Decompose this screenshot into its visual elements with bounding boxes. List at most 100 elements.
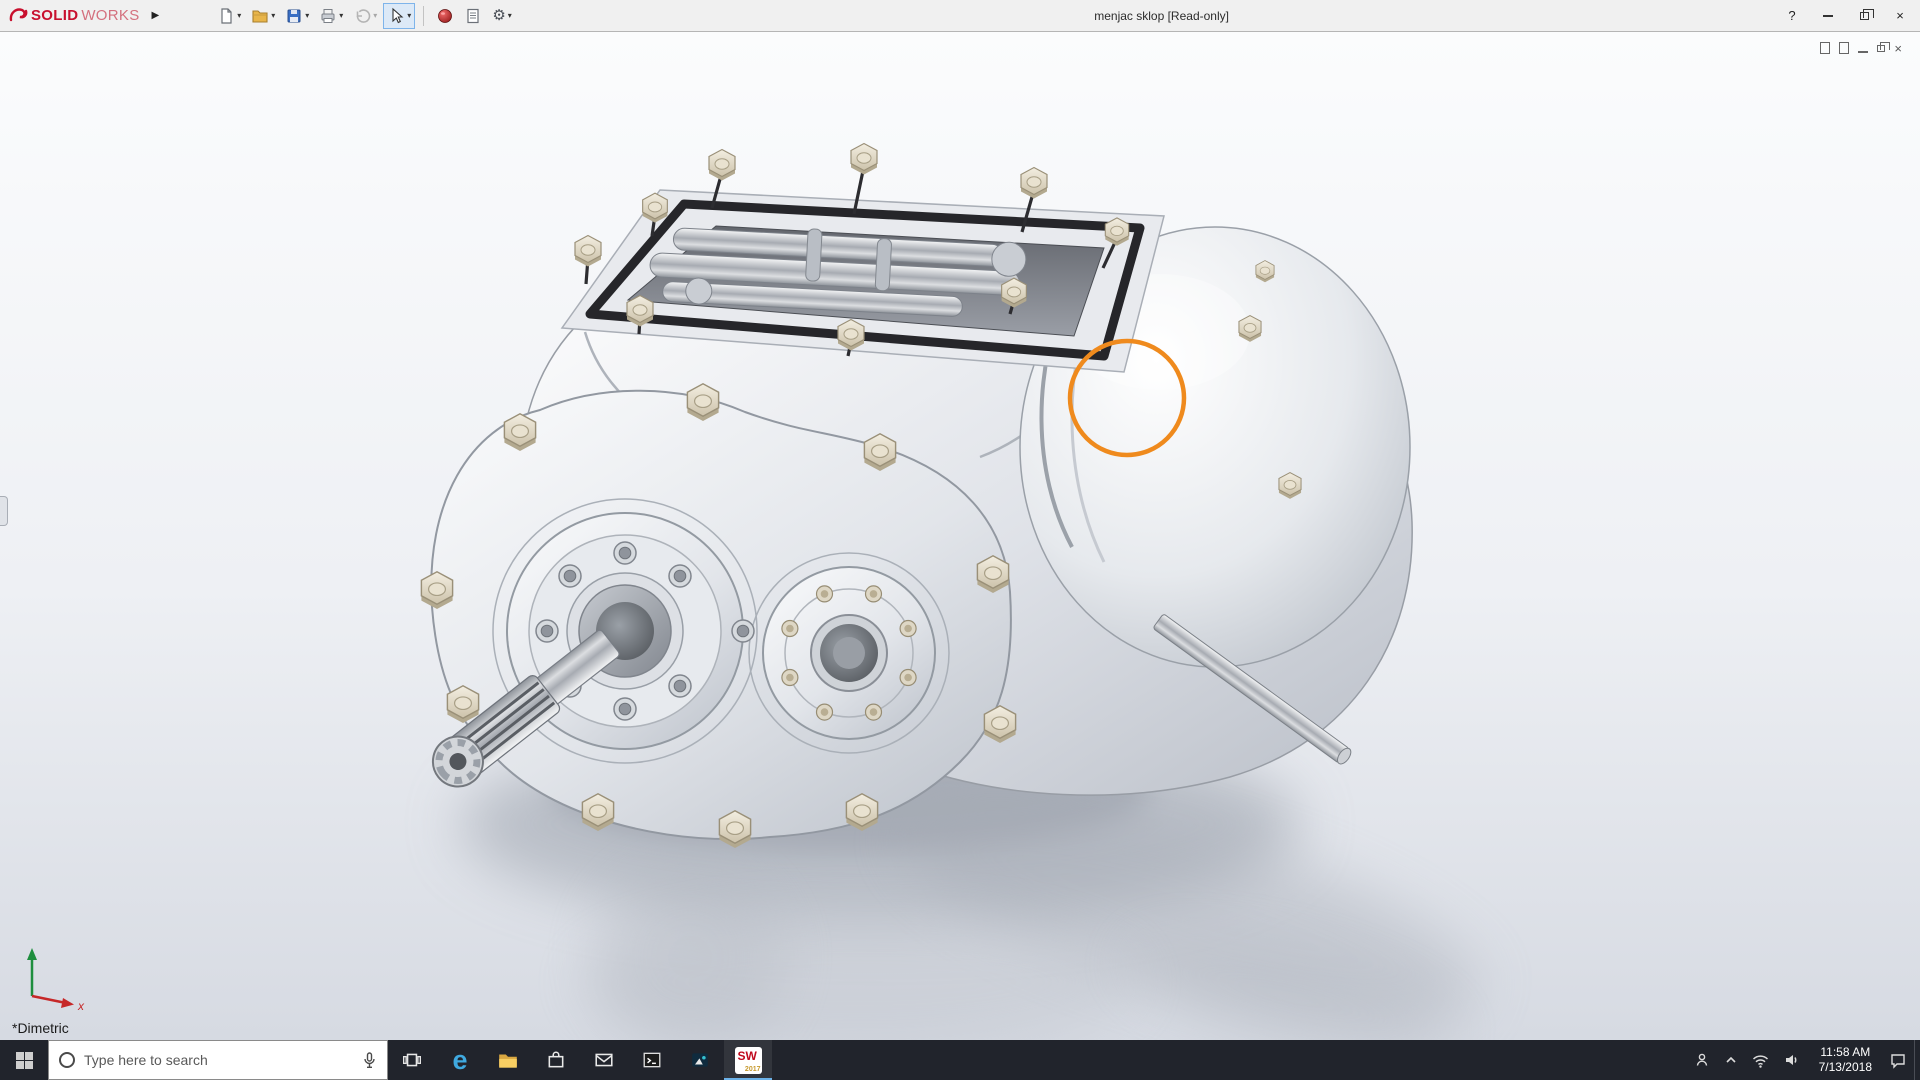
gear-icon: ⚙ (492, 8, 505, 23)
console-button[interactable] (628, 1040, 676, 1080)
solidworks-window: SOLIDWORKS ▶ ▾ ▾ ▾ (0, 0, 1920, 1080)
taskbar-search-box[interactable] (48, 1040, 388, 1080)
menu-bar: SOLIDWORKS ▶ ▾ ▾ ▾ (0, 0, 1920, 32)
graphics-viewport[interactable]: × (0, 32, 1920, 1040)
hidden-icons-button[interactable] (1718, 1040, 1744, 1080)
doc-minimize-icon (1858, 51, 1868, 53)
orientation-triad: x (8, 934, 98, 1014)
document-window-controls: × (1820, 40, 1902, 56)
microphone-icon[interactable] (362, 1052, 377, 1069)
select-cursor-icon (387, 7, 405, 25)
file-properties-icon (464, 7, 482, 25)
right-flange[interactable] (763, 567, 935, 739)
edge-button[interactable]: e (436, 1040, 484, 1080)
show-desktop-button[interactable] (1914, 1040, 1920, 1080)
solidworks-logo-icon (8, 6, 28, 26)
action-center-button[interactable] (1882, 1040, 1914, 1080)
mail-icon (594, 1051, 614, 1069)
doc-restore-button[interactable] (1877, 40, 1885, 56)
undo-dropdown-caret[interactable]: ▾ (373, 11, 377, 20)
print-dropdown-caret[interactable]: ▾ (339, 11, 343, 20)
undo-button[interactable]: ▾ (349, 3, 381, 29)
sw-icon-label: SW (738, 1049, 757, 1063)
solidworks-logo: SOLIDWORKS (0, 6, 146, 26)
solidworks-app-icon: SW 2017 (735, 1047, 762, 1074)
console-icon (642, 1050, 662, 1070)
open-dropdown-caret[interactable]: ▾ (271, 11, 275, 20)
doc-close-button[interactable]: × (1894, 40, 1902, 56)
close-button[interactable]: × (1882, 0, 1918, 31)
x-axis-arrow (61, 998, 74, 1008)
tray-time: 11:58 AM (1820, 1045, 1870, 1060)
doc-new-window-button[interactable] (1839, 40, 1849, 56)
logo-text-solid: SOLID (31, 7, 78, 24)
print-button[interactable]: ▾ (315, 3, 347, 29)
chevron-up-icon (1725, 1054, 1737, 1066)
task-view-icon (402, 1050, 422, 1070)
volume-button[interactable] (1777, 1040, 1809, 1080)
mail-button[interactable] (580, 1040, 628, 1080)
start-button[interactable] (0, 1040, 48, 1080)
cortana-icon (59, 1052, 75, 1068)
select-dropdown-caret[interactable]: ▾ (407, 11, 411, 20)
undo-icon (353, 7, 371, 25)
wifi-icon (1751, 1052, 1770, 1069)
save-icon (285, 7, 303, 25)
print-icon (319, 7, 337, 25)
view-orientation-label: *Dimetric (12, 1020, 69, 1036)
window-controls: ? × (1774, 0, 1918, 31)
rebuild-button[interactable] (432, 3, 458, 29)
y-axis-arrow (27, 948, 37, 960)
new-dropdown-caret[interactable]: ▾ (237, 11, 241, 20)
network-button[interactable] (1744, 1040, 1777, 1080)
window-icon (1820, 42, 1830, 54)
taskbar: e (0, 1040, 1920, 1080)
photos-button[interactable] (676, 1040, 724, 1080)
window-icon (1839, 42, 1849, 54)
file-explorer-button[interactable] (484, 1040, 532, 1080)
sw-icon-year: 2017 (745, 1066, 761, 1073)
file-properties-button[interactable] (460, 3, 486, 29)
document-title: menjac sklop [Read-only] (1094, 0, 1229, 31)
action-center-icon (1889, 1051, 1907, 1069)
people-icon (1693, 1051, 1711, 1069)
x-axis-label: x (77, 999, 85, 1013)
store-button[interactable] (532, 1040, 580, 1080)
tray-date: 7/13/2018 (1819, 1060, 1872, 1075)
restore-icon (1860, 12, 1869, 20)
clock[interactable]: 11:58 AM 7/13/2018 (1809, 1040, 1882, 1080)
main-toolbar: ▾ ▾ ▾ ▾ (213, 3, 516, 29)
new-document-icon (217, 7, 235, 25)
help-button[interactable]: ? (1774, 0, 1810, 31)
toolbar-separator (423, 6, 424, 26)
open-icon (251, 7, 269, 25)
search-input[interactable] (84, 1052, 353, 1068)
solidworks-taskbar-button[interactable]: SW 2017 (724, 1040, 772, 1080)
options-dropdown-caret[interactable]: ▾ (508, 11, 512, 20)
system-tray: 11:58 AM 7/13/2018 (1686, 1040, 1920, 1080)
doc-restore-icon (1877, 45, 1885, 52)
menu-expand-button[interactable]: ▶ (146, 6, 166, 25)
restore-button[interactable] (1846, 0, 1882, 31)
open-button[interactable]: ▾ (247, 3, 279, 29)
logo-text-works: WORKS (81, 7, 139, 24)
save-button[interactable]: ▾ (281, 3, 313, 29)
windows-logo-icon (16, 1052, 33, 1069)
minimize-button[interactable] (1810, 0, 1846, 31)
edge-icon: e (452, 1047, 467, 1074)
3d-model-canvas[interactable] (0, 32, 1920, 1040)
store-icon (546, 1050, 566, 1070)
rebuild-icon (436, 7, 454, 25)
file-explorer-icon (497, 1050, 519, 1070)
feature-tree-collapse-tab[interactable] (0, 496, 8, 526)
doc-minimize-button[interactable] (1858, 40, 1868, 56)
speaker-icon (1784, 1051, 1802, 1069)
options-button[interactable]: ⚙ ▾ (488, 3, 515, 29)
task-view-button[interactable] (388, 1040, 436, 1080)
doc-cascade-button[interactable] (1820, 40, 1830, 56)
people-button[interactable] (1686, 1040, 1718, 1080)
save-dropdown-caret[interactable]: ▾ (305, 11, 309, 20)
select-button[interactable]: ▾ (383, 3, 415, 29)
photos-icon (690, 1050, 710, 1070)
new-document-button[interactable]: ▾ (213, 3, 245, 29)
